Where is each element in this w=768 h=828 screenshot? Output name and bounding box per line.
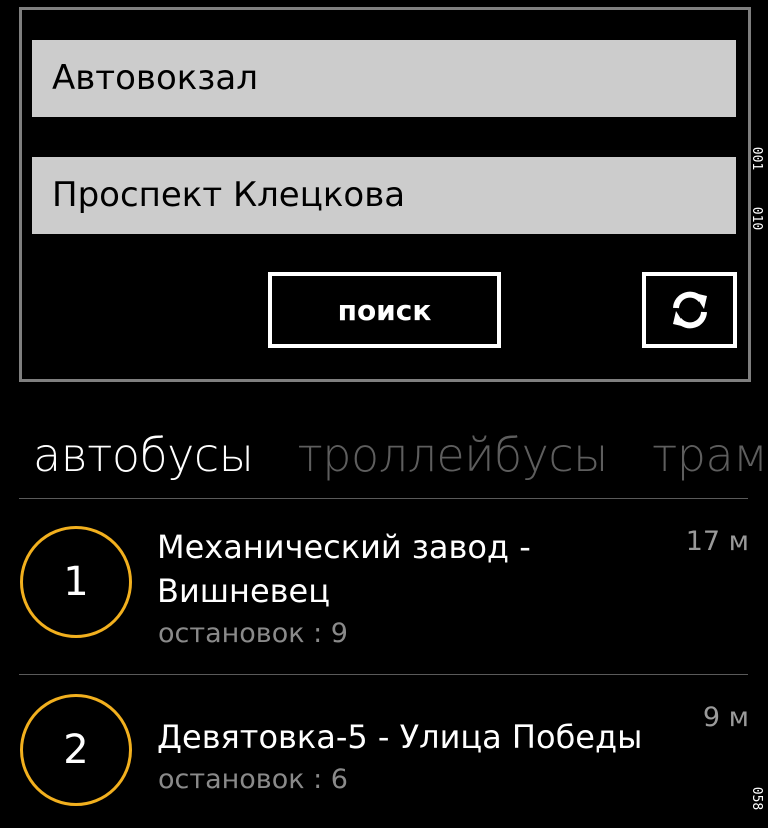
route-number: 2 (63, 727, 89, 773)
route-name: Механический завод - Вишневец (157, 525, 677, 613)
debug-label-001: 001 (749, 146, 765, 170)
app-screen: Автовокзал Проспект Клецкова поиск 001 0… (0, 0, 768, 828)
route-name-line: Вишневец (157, 572, 330, 610)
debug-label-010: 010 (749, 206, 765, 230)
refresh-icon (672, 291, 707, 329)
route-name: Девятовка-5 - Улица Победы (157, 715, 677, 759)
route-number-badge: 2 (20, 694, 132, 806)
route-number: 1 (63, 559, 89, 605)
tab-trolleybuses[interactable]: троллейбусы (298, 428, 609, 482)
route-item[interactable]: 1 Механический завод - Вишневец останово… (0, 498, 768, 674)
route-name-line: Механический завод - (157, 528, 531, 566)
to-stop-input[interactable]: Проспект Клецкова (32, 157, 736, 234)
tab-buses[interactable]: автобусы (33, 428, 254, 482)
search-button[interactable]: поиск (268, 272, 501, 348)
route-travel-time: 9 м (702, 702, 749, 733)
swap-stops-button[interactable] (642, 272, 737, 348)
route-stops-count: остановок : 6 (158, 764, 348, 795)
from-stop-input[interactable]: Автовокзал (32, 40, 736, 117)
route-number-badge: 1 (20, 526, 132, 638)
search-panel: Автовокзал Проспект Клецкова поиск (19, 7, 751, 382)
route-item[interactable]: 2 Девятовка-5 - Улица Победы остановок :… (0, 674, 768, 828)
transport-type-tabs: автобусы троллейбусы трамв (33, 423, 768, 487)
route-name-line: Девятовка-5 - Улица Победы (157, 718, 643, 756)
search-button-label: поиск (337, 293, 432, 327)
tab-trams[interactable]: трамв (652, 428, 768, 482)
route-travel-time: 17 м (685, 526, 749, 557)
route-stops-count: остановок : 9 (158, 618, 348, 649)
